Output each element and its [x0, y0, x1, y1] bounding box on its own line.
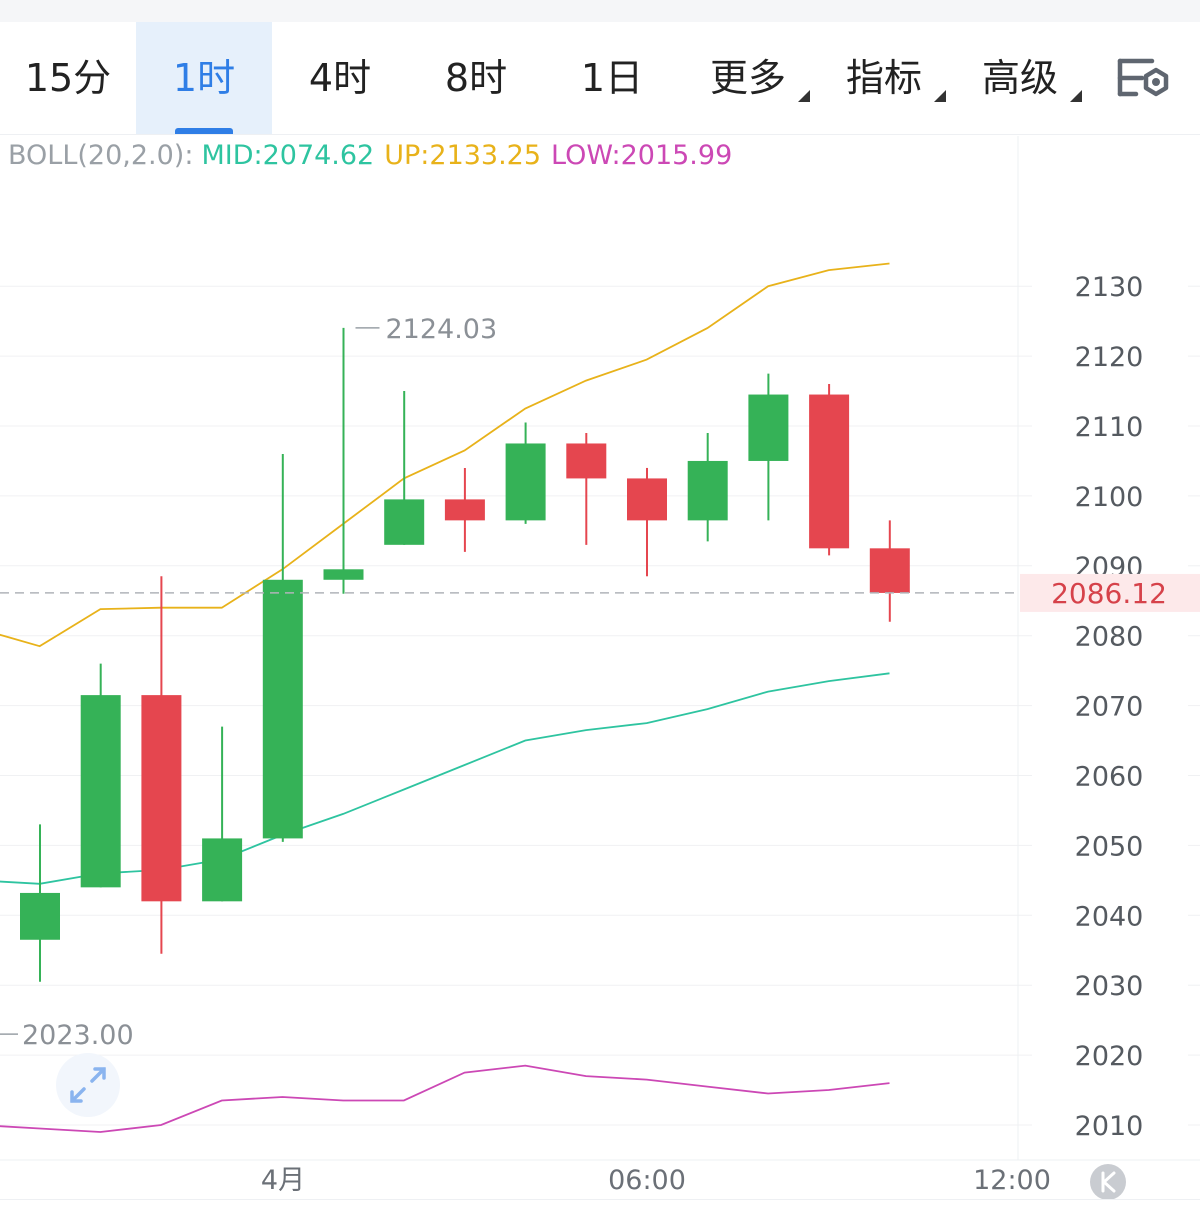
candle-body[interactable]: [323, 569, 364, 580]
y-tick-label: 2030: [1075, 971, 1144, 1002]
candle-body[interactable]: [748, 394, 789, 461]
current-price-tag: 2086.12: [1051, 577, 1167, 610]
candle-body[interactable]: [687, 460, 728, 521]
x-tick-label: 12:00: [973, 1165, 1051, 1196]
boll-mid-band: [0, 672, 890, 885]
candle-body[interactable]: [566, 443, 607, 479]
kdj-indicator-row: [0, 1199, 1200, 1212]
high-annotation-label: 2124.03: [386, 314, 498, 345]
candle-body[interactable]: [809, 394, 850, 549]
candle-body[interactable]: [384, 499, 425, 545]
y-tick-label: 2050: [1075, 831, 1144, 862]
y-tick-label: 2020: [1075, 1041, 1144, 1072]
y-tick-label: 2060: [1075, 762, 1144, 793]
low-annotation-label: 2023.00: [22, 1020, 134, 1051]
y-tick-label: 2010: [1075, 1111, 1144, 1142]
k-logo-icon[interactable]: [1090, 1164, 1126, 1200]
candle-body[interactable]: [505, 443, 546, 521]
y-tick-label: 2070: [1075, 692, 1144, 723]
candle-body[interactable]: [80, 695, 121, 888]
boll-lower-band: [0, 1064, 890, 1133]
candle-body[interactable]: [141, 695, 182, 902]
candle-body[interactable]: [627, 478, 667, 521]
x-tick-label: 06:00: [608, 1165, 686, 1196]
y-tick-label: 2080: [1075, 622, 1144, 653]
candle-body[interactable]: [262, 579, 303, 839]
y-tick-label: 2120: [1075, 342, 1144, 373]
candlestick-chart[interactable]: 2130212021102100209020802070206020502040…: [0, 0, 1200, 1211]
x-tick-label: 4月: [261, 1165, 305, 1196]
expand-button-bg: [56, 1053, 120, 1117]
candle-body[interactable]: [869, 548, 910, 593]
candle-body[interactable]: [202, 838, 243, 902]
y-tick-label: 2130: [1075, 272, 1144, 303]
y-tick-label: 2110: [1075, 412, 1144, 443]
y-tick-label: 2100: [1075, 482, 1144, 513]
candle-body[interactable]: [20, 892, 60, 940]
expand-button[interactable]: [56, 1053, 120, 1117]
y-tick-label: 2040: [1075, 901, 1144, 932]
candle-body[interactable]: [444, 499, 485, 521]
